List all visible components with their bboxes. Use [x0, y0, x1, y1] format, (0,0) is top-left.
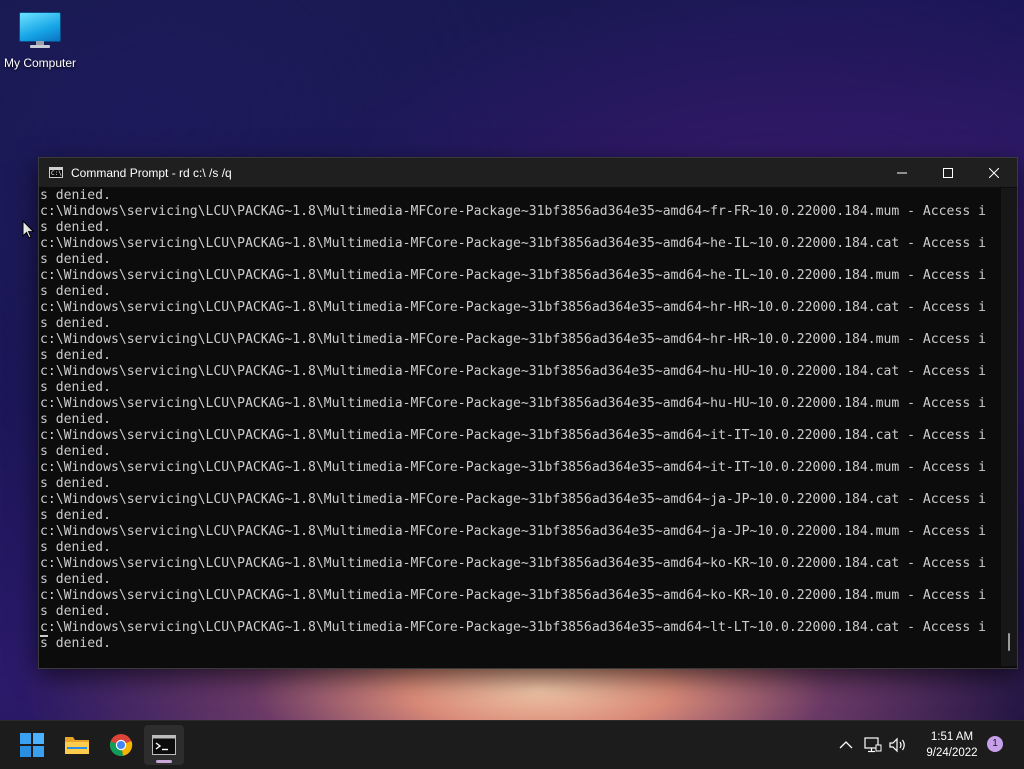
console-line: s denied. — [40, 636, 111, 651]
computer-icon — [18, 10, 62, 50]
console-caret — [40, 635, 48, 637]
console-line: s denied. — [40, 284, 111, 299]
console-line: c:\Windows\servicing\LCU\PACKAG~1.8\Mult… — [40, 396, 986, 411]
show-hidden-icons-button[interactable] — [835, 725, 857, 765]
console-line: s denied. — [40, 572, 111, 587]
system-clock[interactable]: 1:51 AM 9/24/2022 — [912, 729, 992, 761]
console-line: s denied. — [40, 316, 111, 331]
console-line: s denied. — [40, 252, 111, 267]
window-title: Command Prompt - rd c:\ /s /q — [71, 165, 232, 180]
network-button[interactable] — [862, 725, 884, 765]
console-line: c:\Windows\servicing\LCU\PACKAG~1.8\Mult… — [40, 460, 986, 475]
console-line: c:\Windows\servicing\LCU\PACKAG~1.8\Mult… — [40, 236, 986, 251]
console-line: c:\Windows\servicing\LCU\PACKAG~1.8\Mult… — [40, 524, 986, 539]
console-line: s denied. — [40, 412, 111, 427]
chevron-up-icon — [839, 741, 853, 749]
console-line: s denied. — [40, 540, 111, 555]
console-output[interactable]: s denied. c:\Windows\servicing\LCU\PACKAG… — [40, 188, 998, 666]
windows-logo-icon — [20, 733, 44, 757]
console-line: s denied. — [40, 348, 111, 363]
maximize-button[interactable] — [925, 158, 971, 187]
console-line: s denied. — [40, 476, 111, 491]
console-line: c:\Windows\servicing\LCU\PACKAG~1.8\Mult… — [40, 268, 986, 283]
console-line: s denied. — [40, 380, 111, 395]
vertical-scrollbar[interactable] — [1001, 188, 1017, 666]
console-line: c:\Windows\servicing\LCU\PACKAG~1.8\Mult… — [40, 428, 986, 443]
taskbar: 1:51 AM 9/24/2022 — [0, 720, 1024, 769]
close-icon — [989, 167, 999, 178]
minimize-button[interactable] — [879, 158, 925, 187]
volume-icon — [889, 737, 905, 753]
console-line: c:\Windows\servicing\LCU\PACKAG~1.8\Mult… — [40, 620, 986, 635]
desktop-icon-label: My Computer — [3, 56, 77, 70]
window-titlebar[interactable]: C:\ Command Prompt - rd c:\ /s /q — [39, 158, 1017, 187]
network-icon — [864, 737, 882, 753]
chrome-button[interactable] — [101, 725, 141, 765]
cmd-icon: C:\ — [49, 167, 63, 178]
notification-badge[interactable]: 1 — [987, 736, 1003, 752]
console-line: s denied. — [40, 444, 111, 459]
console-line: s denied. — [40, 508, 111, 523]
console-line: c:\Windows\servicing\LCU\PACKAG~1.8\Mult… — [40, 588, 986, 603]
clock-date: 9/24/2022 — [926, 747, 978, 759]
volume-button[interactable] — [887, 725, 909, 765]
console-line: s denied. — [40, 604, 111, 619]
desktop-icon-my-computer[interactable]: My Computer — [2, 10, 78, 70]
mouse-cursor-icon — [22, 220, 35, 239]
close-button[interactable] — [971, 158, 1017, 187]
folder-icon — [65, 737, 89, 754]
console-line: c:\Windows\servicing\LCU\PACKAG~1.8\Mult… — [40, 364, 986, 379]
command-prompt-window[interactable]: C:\ Command Prompt - rd c:\ /s /q s deni… — [38, 157, 1018, 669]
start-button[interactable] — [12, 725, 52, 765]
maximize-icon — [943, 167, 953, 178]
console-line: c:\Windows\servicing\LCU\PACKAG~1.8\Mult… — [40, 204, 986, 219]
console-line: c:\Windows\servicing\LCU\PACKAG~1.8\Mult… — [40, 556, 986, 571]
console-line: c:\Windows\servicing\LCU\PACKAG~1.8\Mult… — [40, 300, 986, 315]
active-app-indicator — [156, 760, 172, 763]
terminal-button[interactable] — [144, 725, 184, 765]
chrome-icon — [109, 734, 133, 756]
console-line: s denied. — [40, 188, 111, 203]
clock-time: 1:51 AM — [930, 731, 974, 743]
file-explorer-button[interactable] — [57, 725, 97, 765]
console-line: s denied. — [40, 220, 111, 235]
scrollbar-thumb[interactable] — [1008, 633, 1010, 651]
cmd-icon — [152, 735, 176, 755]
console-line: c:\Windows\servicing\LCU\PACKAG~1.8\Mult… — [40, 332, 986, 347]
minimize-icon — [897, 172, 907, 173]
console-line: c:\Windows\servicing\LCU\PACKAG~1.8\Mult… — [40, 492, 986, 507]
